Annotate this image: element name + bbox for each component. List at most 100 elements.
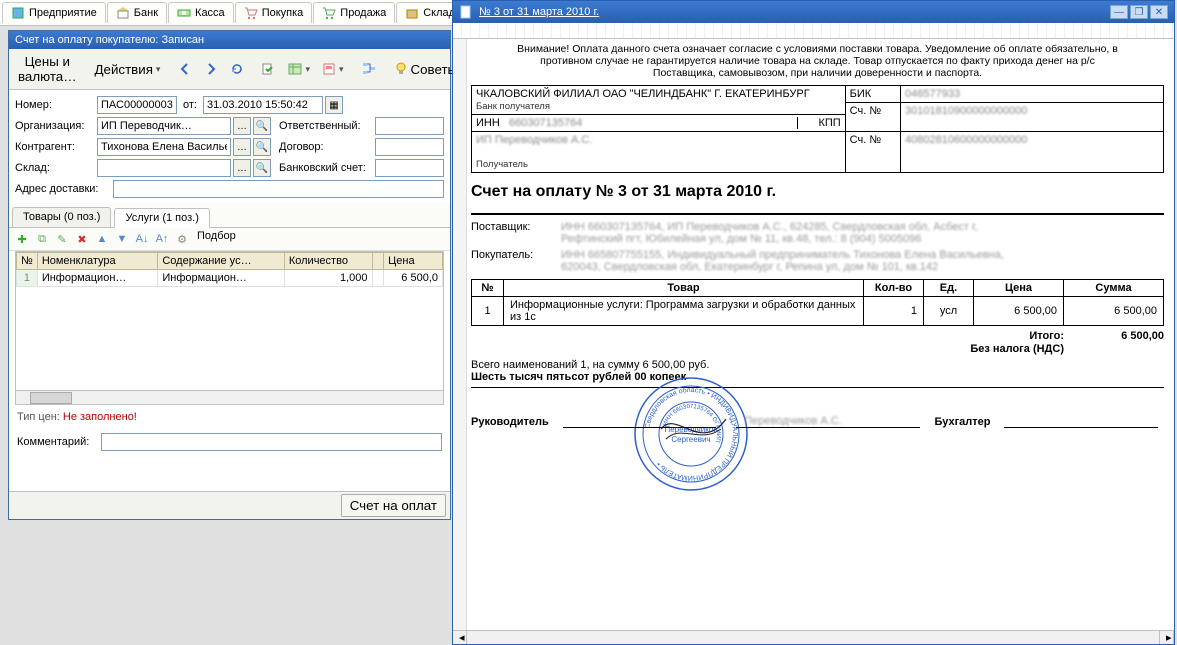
move-down-button[interactable]: ▼ [113, 230, 131, 248]
select-button[interactable]: … [233, 138, 251, 156]
horizontal-ruler [453, 23, 1174, 39]
buyer-line1: ИНН 665807755155, Индивидуальный предпри… [561, 249, 1004, 261]
acc-label: Сч. № [845, 103, 900, 132]
open-button[interactable]: 🔍 [253, 117, 271, 135]
bank-icon [116, 6, 130, 20]
label: Цены и валюта… [18, 54, 77, 84]
buyer-row: Покупатель: ИНН 665807755155, Индивидуал… [471, 249, 1164, 273]
date-field[interactable] [203, 96, 323, 114]
scroll-left-button[interactable]: ◂ [453, 631, 467, 644]
counterparty-field[interactable] [97, 138, 231, 156]
close-button[interactable]: ✕ [1150, 5, 1168, 19]
comment-field[interactable] [101, 433, 442, 451]
tab-services[interactable]: Услуги (1 поз.) [114, 208, 209, 228]
cell-name: Информационные услуги: Программа загрузк… [504, 297, 864, 326]
delete-row-button[interactable]: ✖ [73, 230, 91, 248]
prices-currency-button[interactable]: Цены и валюта… [13, 51, 82, 87]
cash-icon [177, 6, 191, 20]
col-n: № [472, 280, 504, 297]
supplier-line1: ИНН 660307135764, ИП Переводчиков А.С., … [561, 221, 978, 233]
scroll-right-button[interactable]: ▸ [1160, 631, 1174, 644]
arrow-left-icon [178, 62, 192, 76]
date-from-label: от: [183, 99, 197, 111]
edit-row-button[interactable]: ✎ [53, 230, 71, 248]
col-content[interactable]: Содержание ус… [158, 253, 285, 270]
actions-button[interactable]: Действия [90, 59, 166, 80]
top-navigation: Предприятие Банк Касса Покупка Продажа С… [0, 0, 452, 26]
comment-label: Комментарий: [17, 436, 101, 448]
sort-desc-button[interactable]: A↑ [153, 230, 171, 248]
tab-purchase[interactable]: Покупка [235, 2, 313, 23]
post-button[interactable] [257, 59, 281, 79]
organization-field[interactable] [97, 117, 231, 135]
move-up-button[interactable]: ▲ [93, 230, 111, 248]
recipient-name: ИП Переводчиков А.С. [476, 134, 592, 146]
cell-nomenclature: Информацион… [37, 270, 158, 287]
movements-button[interactable] [283, 59, 315, 79]
print-invoice-button[interactable]: Счет на оплат [341, 494, 446, 517]
col-price[interactable]: Цена [384, 253, 443, 270]
tab-goods[interactable]: Товары (0 поз.) [12, 207, 111, 227]
col-nomenclature[interactable]: Номенклатура [37, 253, 158, 270]
open-button[interactable]: 🔍 [253, 138, 271, 156]
bank-account-field[interactable] [375, 159, 444, 177]
contract-field[interactable] [375, 138, 444, 156]
select-button[interactable]: … [233, 159, 251, 177]
refresh-button[interactable] [225, 59, 249, 79]
grid-row[interactable]: 1 Информацион… Информацион… 1,000 6 500,… [17, 270, 443, 287]
warehouse-field[interactable] [97, 159, 231, 177]
tab-label: Касса [195, 7, 225, 19]
svg-text:Сергеевич: Сергеевич [671, 435, 710, 444]
divider [471, 213, 1164, 215]
nav-forward-button[interactable] [199, 59, 223, 79]
item-row: 1 Информационные услуги: Программа загру… [472, 297, 1164, 326]
tab-cash[interactable]: Касса [168, 2, 234, 23]
tab-label: Предприятие [29, 7, 97, 19]
post-icon [262, 62, 276, 76]
contract-label: Договор: [279, 141, 373, 153]
label: Услуги (1 поз.) [125, 212, 198, 224]
copy-row-button[interactable]: ⧉ [33, 230, 51, 248]
selection-button[interactable]: Подбор [197, 230, 236, 248]
sort-asc-button[interactable]: A↓ [133, 230, 151, 248]
basis-button[interactable] [317, 59, 349, 79]
bank-details-table: ЧКАЛОВСКИЙ ФИЛИАЛ ОАО "ЧЕЛИНДБАНК" Г. ЕК… [471, 85, 1164, 173]
col-n[interactable]: № [17, 253, 38, 270]
document-area[interactable]: Внимание! Оплата данного счета означает … [453, 39, 1174, 644]
address-field[interactable] [113, 180, 444, 198]
cell-price: 6 500,00 [974, 297, 1064, 326]
nav-back-button[interactable] [173, 59, 197, 79]
tab-enterprise[interactable]: Предприятие [2, 2, 106, 23]
tab-bank[interactable]: Банк [107, 2, 167, 23]
maximize-button[interactable]: ❐ [1130, 5, 1148, 19]
divider-thin [471, 387, 1164, 388]
col-blank[interactable] [372, 253, 384, 270]
basis-icon [322, 62, 336, 76]
col-qty[interactable]: Количество [284, 253, 372, 270]
structure-button[interactable] [357, 59, 381, 79]
open-button[interactable]: 🔍 [253, 159, 271, 177]
supplier-row: Поставщик: ИНН 660307135764, ИП Переводч… [471, 221, 1164, 245]
items-table: № Товар Кол-во Ед. Цена Сумма 1 Информац… [471, 279, 1164, 326]
tab-label: Продажа [340, 7, 386, 19]
fill-button[interactable]: ⚙ [173, 230, 191, 248]
responsible-field[interactable] [375, 117, 444, 135]
add-row-button[interactable]: ✚ [13, 230, 31, 248]
supplier-label: Поставщик: [471, 221, 561, 245]
price-type-info: Тип цен: Не заполнено! [9, 405, 450, 429]
scroll-track[interactable] [467, 631, 1160, 644]
services-grid[interactable]: № Номенклатура Содержание ус… Количество… [15, 251, 444, 391]
tab-sale[interactable]: Продажа [313, 2, 395, 23]
col-name: Товар [504, 280, 864, 297]
signatures-row: Свердловская область • ИНДИВИДУАЛЬНЫЙ ПР… [471, 414, 1164, 428]
minimize-button[interactable]: — [1110, 5, 1128, 19]
window-title: Счет на оплату покупателю: Записан [9, 31, 450, 49]
horizontal-scrollbar[interactable] [15, 391, 444, 405]
cross-icon: ✖ [77, 233, 86, 246]
select-button[interactable]: … [233, 117, 251, 135]
magnifier-icon: 🔍 [256, 121, 268, 132]
form-bottom-bar: Счет на оплат [9, 491, 450, 519]
number-field[interactable] [97, 96, 177, 114]
calendar-button[interactable]: ▦ [325, 96, 343, 114]
inn-label: ИНН [476, 117, 500, 129]
